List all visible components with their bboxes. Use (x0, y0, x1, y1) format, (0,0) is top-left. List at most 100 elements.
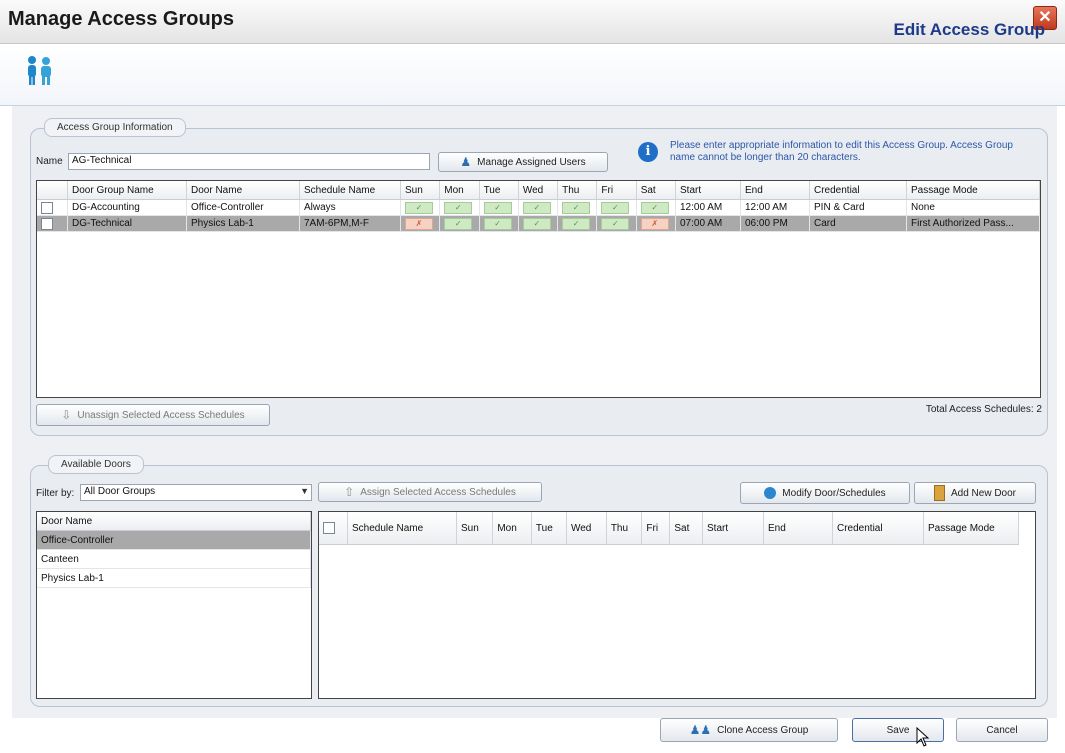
column-header[interactable]: Thu (557, 181, 598, 200)
table-row[interactable]: DG-Technical Physics Lab-1 7AM-6PM,M-F ✗ ✓ ✓ ✓… (37, 215, 1040, 232)
door-name-cell[interactable]: Canteen (37, 549, 311, 569)
select-all-column-header[interactable] (319, 512, 348, 545)
credential-cell: PIN & Card (809, 199, 907, 216)
day-cell: ✗ (636, 215, 677, 232)
door-list-item[interactable]: Physics Lab-1 (37, 568, 311, 588)
column-header[interactable]: Door Group Name (67, 181, 187, 200)
cancel-button[interactable]: Cancel (956, 718, 1048, 742)
column-header[interactable]: Sat (669, 512, 703, 545)
passage-mode-cell: None (906, 199, 1040, 216)
column-header[interactable]: Start (675, 181, 741, 200)
day-cell: ✗ (400, 215, 441, 232)
credential-cell: Card (809, 215, 907, 232)
column-header[interactable]: Mon (492, 512, 532, 545)
column-header[interactable]: Fri (641, 512, 671, 545)
column-header[interactable]: Door Name (186, 181, 300, 200)
add-new-door-button[interactable]: Add New Door (914, 482, 1036, 504)
door-list: Door Name Office-Controller Canteen Physic… (36, 511, 312, 699)
grid-header-row: Door Group Name Door Name Schedule Name … (37, 181, 1040, 200)
assign-schedules-button[interactable]: ⇧ Assign Selected Access Schedules (318, 482, 542, 502)
modify-door-schedules-button[interactable]: Modify Door/Schedules (740, 482, 910, 504)
unassign-schedules-button[interactable]: ⇩ Unassign Selected Access Schedules (36, 404, 270, 426)
day-cell: ✓ (557, 215, 598, 232)
check-icon: ✓ (444, 217, 473, 230)
door-name-cell[interactable]: Physics Lab-1 (37, 568, 311, 588)
save-button[interactable]: Save (852, 718, 944, 742)
row-select-cell[interactable] (37, 199, 68, 216)
check-icon: ✓ (562, 201, 591, 214)
start-time-cell: 12:00 AM (675, 199, 741, 216)
check-icon: ✓ (405, 201, 433, 214)
column-header[interactable]: End (740, 181, 810, 200)
column-header[interactable]: Tue (479, 181, 519, 200)
manage-assigned-users-button[interactable]: ♟ Manage Assigned Users (438, 152, 608, 172)
mouse-cursor-icon (916, 726, 930, 747)
day-cell: ✓ (596, 215, 637, 232)
column-header[interactable]: Fri (596, 181, 637, 200)
column-header[interactable]: Wed (518, 181, 559, 200)
manage-assigned-users-label: Manage Assigned Users (477, 156, 586, 168)
table-row[interactable]: DG-Accounting Office-Controller Always ✓ ✓ ✓ ✓… (37, 199, 1040, 216)
door-list-item[interactable]: Canteen (37, 549, 311, 569)
day-cell: ✓ (479, 215, 519, 232)
row-select-cell[interactable] (37, 215, 68, 232)
column-header[interactable]: Tue (531, 512, 567, 545)
day-cell: ✓ (636, 199, 677, 216)
page-header (0, 44, 1065, 106)
check-icon: ✓ (562, 217, 591, 230)
column-header[interactable]: Passage Mode (923, 512, 1019, 545)
check-icon: ✓ (640, 201, 669, 214)
select-all-checkbox[interactable] (323, 522, 335, 534)
column-header[interactable]: Credential (809, 181, 907, 200)
door-icon (933, 485, 945, 501)
cross-icon: ✗ (640, 217, 669, 230)
name-input[interactable]: AG-Technical (68, 153, 430, 170)
door-list-item[interactable]: Office-Controller (37, 530, 311, 550)
column-header[interactable]: Schedule Name (299, 181, 401, 200)
day-cell: ✓ (518, 199, 559, 216)
select-column-header (37, 181, 68, 200)
info-message: Please enter appropriate information to … (670, 140, 1013, 163)
day-cell: ✓ (596, 199, 637, 216)
column-header[interactable]: Schedule Name (347, 512, 457, 545)
column-header[interactable]: Wed (566, 512, 607, 545)
arrow-up-icon: ⇧ (344, 485, 355, 499)
column-header[interactable]: Sun (456, 512, 494, 545)
door-group-filter-select[interactable]: All Door Groups ▼ (80, 484, 312, 501)
clone-access-group-label: Clone Access Group (717, 724, 809, 736)
schedule-name-cell: 7AM-6PM,M-F (299, 215, 401, 232)
column-header[interactable]: Thu (606, 512, 643, 545)
check-icon: ✓ (483, 201, 512, 214)
day-cell: ✓ (400, 199, 441, 216)
row-checkbox[interactable] (41, 201, 53, 214)
door-name-column-header[interactable]: Door Name (37, 512, 311, 531)
column-header[interactable]: End (763, 512, 833, 545)
window-title: Manage Access Groups (8, 8, 235, 30)
day-cell: ✓ (439, 215, 480, 232)
check-icon: ✓ (522, 201, 551, 214)
users-icon: ♟♟ (689, 723, 712, 737)
column-header[interactable]: Sun (400, 181, 441, 200)
chevron-down-icon[interactable]: ▼ (300, 486, 309, 496)
cross-icon: ✗ (405, 217, 433, 230)
row-checkbox[interactable] (41, 217, 53, 230)
column-header[interactable]: Passage Mode (906, 181, 1040, 200)
unassign-schedules-label: Unassign Selected Access Schedules (77, 409, 245, 421)
schedule-grid-header-row: Schedule Name Sun Mon Tue Wed Thu Fri Sa… (319, 512, 1019, 545)
day-cell: ✓ (518, 215, 559, 232)
day-cell: ✓ (479, 199, 519, 216)
modify-door-schedules-label: Modify Door/Schedules (782, 487, 886, 499)
column-header[interactable]: Start (702, 512, 764, 545)
column-header[interactable]: Credential (832, 512, 924, 545)
check-icon: ✓ (601, 217, 630, 230)
column-header[interactable]: Sat (636, 181, 677, 200)
page-title: Edit Access Group (893, 20, 1045, 39)
column-header[interactable]: Mon (439, 181, 480, 200)
assigned-schedules-grid: Door Group Name Door Name Schedule Name … (36, 180, 1041, 398)
assign-schedules-label: Assign Selected Access Schedules (360, 486, 516, 498)
door-schedules-grid: Schedule Name Sun Mon Tue Wed Thu Fri Sa… (318, 511, 1036, 699)
name-label: Name (36, 156, 63, 167)
door-name-cell[interactable]: Office-Controller (37, 530, 311, 550)
clone-access-group-button[interactable]: ♟♟ Clone Access Group (660, 718, 838, 742)
total-schedules-count: Total Access Schedules: 2 (925, 404, 1042, 415)
